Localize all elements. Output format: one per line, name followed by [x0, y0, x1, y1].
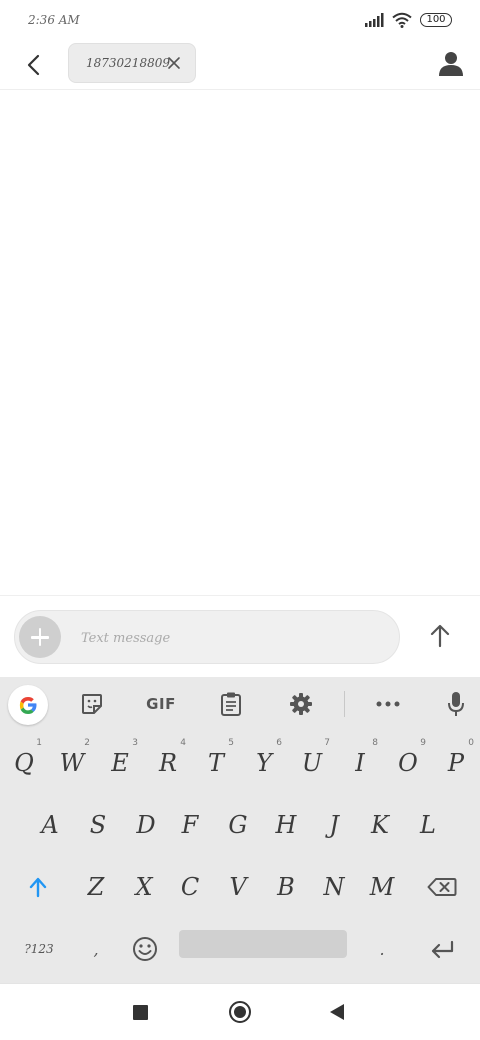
home-circle-icon[interactable]: [229, 1001, 251, 1023]
key-t[interactable]: T5: [192, 732, 240, 794]
enter-icon: [431, 940, 454, 959]
key-g[interactable]: G: [214, 794, 262, 856]
recents-square-icon[interactable]: [133, 1005, 148, 1020]
battery-icon: 100: [420, 13, 452, 27]
key-hint: 2: [84, 738, 90, 748]
key-label: T: [207, 749, 224, 777]
shift-key[interactable]: [10, 856, 66, 918]
message-input[interactable]: [81, 626, 381, 650]
shift-arrow-icon: [29, 877, 47, 898]
key-label: I: [355, 749, 365, 777]
key-l[interactable]: L: [404, 794, 452, 856]
key-label: Y: [256, 749, 272, 777]
key-k[interactable]: K: [356, 794, 404, 856]
key-o[interactable]: O9: [384, 732, 432, 794]
backspace-icon: [427, 878, 457, 896]
key-r[interactable]: R4: [144, 732, 192, 794]
key-hint: 8: [372, 738, 378, 748]
toolbar-divider: [344, 691, 345, 717]
key-z[interactable]: Z: [72, 856, 120, 918]
send-arrow-icon[interactable]: [424, 620, 456, 652]
enter-key[interactable]: [414, 918, 470, 980]
key-m[interactable]: M: [358, 856, 406, 918]
microphone-icon[interactable]: [442, 687, 470, 721]
backspace-key[interactable]: [414, 856, 470, 918]
key-h[interactable]: H: [262, 794, 310, 856]
key-w[interactable]: W2: [48, 732, 96, 794]
key-a[interactable]: A: [26, 794, 74, 856]
signal-icon: [365, 13, 384, 27]
key-row-1: Q1 W2 E3 R4 T5 Y6 U7 I8 O9 P0: [0, 732, 480, 794]
emoji-key[interactable]: [122, 918, 168, 980]
google-icon[interactable]: [8, 685, 48, 725]
emoji-icon: [133, 937, 157, 961]
key-i[interactable]: I8: [336, 732, 384, 794]
recipient-chip[interactable]: 18730218809: [68, 43, 196, 83]
key-s[interactable]: S: [74, 794, 122, 856]
key-p[interactable]: P0: [432, 732, 480, 794]
compose-field: [14, 610, 400, 664]
key-q[interactable]: Q1: [0, 732, 48, 794]
key-y[interactable]: Y6: [240, 732, 288, 794]
navigation-bar: [0, 983, 480, 1040]
key-n[interactable]: N: [310, 856, 358, 918]
key-hint: 3: [132, 738, 138, 748]
key-hint: 6: [276, 738, 282, 748]
period-key[interactable]: .: [360, 918, 404, 980]
key-hint: 0: [468, 738, 474, 748]
key-hint: 4: [180, 738, 186, 748]
key-hint: 7: [324, 738, 330, 748]
key-hint: 9: [420, 738, 426, 748]
key-row-4: ?123 , .: [0, 918, 480, 980]
more-icon[interactable]: [372, 687, 404, 721]
message-list: [0, 91, 480, 595]
key-d[interactable]: D: [122, 794, 170, 856]
key-x[interactable]: X: [120, 856, 168, 918]
key-b[interactable]: B: [262, 856, 310, 918]
symbols-key[interactable]: ?123: [12, 918, 66, 980]
key-label: U: [301, 749, 323, 777]
key-label: Q: [14, 749, 34, 777]
keyboard: G I F Q 1 W 2 E 3 R 4 T 5 Y 6 U 7 I 8 O 9 …: [0, 677, 480, 983]
key-row-3: Z X C V B N M: [0, 856, 480, 918]
key-u[interactable]: U7: [288, 732, 336, 794]
key-label: R: [158, 749, 178, 777]
recipient-number: 18730218809: [86, 56, 170, 70]
settings-gear-icon[interactable]: [284, 687, 318, 721]
key-label: W: [59, 749, 85, 777]
back-arrow-icon[interactable]: [20, 50, 50, 80]
keyboard-toolbar: GIF: [0, 677, 480, 731]
conversation-header: 18730218809: [0, 42, 480, 90]
status-bar: 2:36 AM 100: [0, 0, 480, 42]
key-hint: 1: [36, 738, 42, 748]
key-e[interactable]: E3: [96, 732, 144, 794]
key-hint: 5: [228, 738, 234, 748]
status-icons: 100: [364, 12, 452, 28]
compose-bar: [0, 595, 480, 677]
status-time: 2:36 AM: [28, 13, 80, 27]
key-label: E: [111, 749, 129, 777]
clipboard-icon[interactable]: [214, 687, 248, 721]
add-icon[interactable]: [19, 616, 61, 658]
wifi-icon: [392, 12, 412, 28]
back-triangle-icon[interactable]: [330, 1004, 344, 1020]
key-j[interactable]: J: [310, 794, 358, 856]
close-icon[interactable]: [167, 56, 181, 70]
gif-button[interactable]: GIF: [140, 687, 182, 721]
gif-label: GIF: [146, 695, 176, 713]
sticker-icon[interactable]: [76, 687, 108, 721]
key-c[interactable]: C: [166, 856, 214, 918]
comma-key[interactable]: ,: [74, 918, 118, 980]
key-label: P: [447, 749, 465, 777]
key-label: O: [398, 749, 418, 777]
space-key[interactable]: [179, 930, 347, 958]
key-f[interactable]: F: [166, 794, 214, 856]
key-v[interactable]: V: [214, 856, 262, 918]
contact-icon[interactable]: [438, 50, 464, 78]
key-row-2: A S D F G H J K L: [0, 794, 480, 856]
